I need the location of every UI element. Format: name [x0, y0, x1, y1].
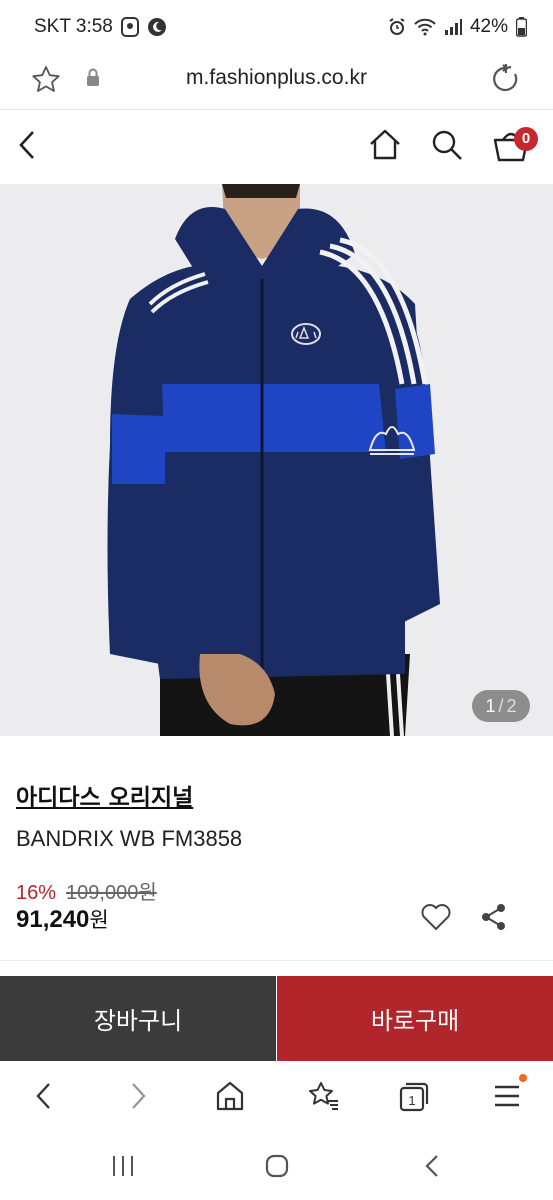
system-nav-bar — [0, 1133, 553, 1200]
brand-link[interactable]: 아디다스 오리지널 — [16, 778, 193, 812]
original-price: 109,000원 — [66, 882, 157, 904]
alarm-icon — [388, 18, 406, 36]
image-counter-total: 2 — [506, 695, 517, 716]
cart-count-badge: 0 — [514, 127, 538, 151]
signal-icon — [444, 18, 462, 36]
product-image[interactable]: 1 / 2 — [0, 184, 553, 736]
product-name: BANDRIX WB FM3858 — [16, 826, 243, 851]
browser-forward-icon[interactable] — [126, 1079, 150, 1118]
status-left: SKT 3:58 — [34, 16, 167, 38]
wifi-icon — [414, 18, 436, 36]
home-icon[interactable] — [368, 128, 402, 167]
battery-percent: 42% — [469, 16, 508, 37]
share-icon[interactable] — [480, 902, 508, 937]
image-counter-separator: / — [498, 695, 504, 716]
heart-icon[interactable] — [420, 902, 452, 937]
recent-apps-icon[interactable] — [110, 1153, 136, 1184]
status-right: 42% — [388, 16, 527, 38]
battery-icon — [516, 17, 527, 37]
search-icon[interactable] — [430, 128, 464, 167]
back-icon[interactable] — [16, 128, 40, 167]
final-price-number: 91,240 — [16, 906, 90, 933]
image-counter: 1 / 2 — [472, 690, 530, 722]
tabs-count: 1 — [408, 1093, 415, 1108]
tabs-icon[interactable]: 1 — [398, 1079, 430, 1118]
location-icon — [120, 17, 139, 37]
system-back-icon[interactable] — [420, 1153, 446, 1184]
carrier-time: SKT 3:58 — [34, 16, 113, 37]
browser-bottom-nav: 1 — [0, 1061, 553, 1133]
divider — [0, 960, 553, 961]
menu-icon[interactable] — [492, 1079, 522, 1118]
bookmarks-icon[interactable] — [306, 1079, 340, 1118]
product-photo — [107, 184, 440, 736]
moon-icon — [147, 17, 167, 37]
final-price-unit: 원 — [89, 909, 109, 932]
browser-back-icon[interactable] — [32, 1079, 56, 1118]
price-discount-row: 16% 109,000원 — [16, 876, 157, 905]
site-header — [0, 110, 553, 184]
browser-home-icon[interactable] — [214, 1079, 246, 1118]
status-bar: SKT 3:58 42% — [0, 0, 553, 54]
system-home-icon[interactable] — [264, 1153, 290, 1184]
buy-now-button[interactable]: 바로구매 — [277, 976, 553, 1061]
browser-url-bar: m.fashionplus.co.kr — [0, 54, 553, 110]
reload-icon[interactable] — [489, 62, 523, 101]
add-to-cart-button[interactable]: 장바구니 — [0, 976, 276, 1061]
url-text[interactable]: m.fashionplus.co.kr — [0, 66, 553, 90]
image-counter-current: 1 — [485, 695, 496, 716]
final-price: 91,240원 — [16, 904, 109, 934]
discount-rate: 16% — [16, 882, 57, 904]
notification-dot — [519, 1074, 527, 1082]
